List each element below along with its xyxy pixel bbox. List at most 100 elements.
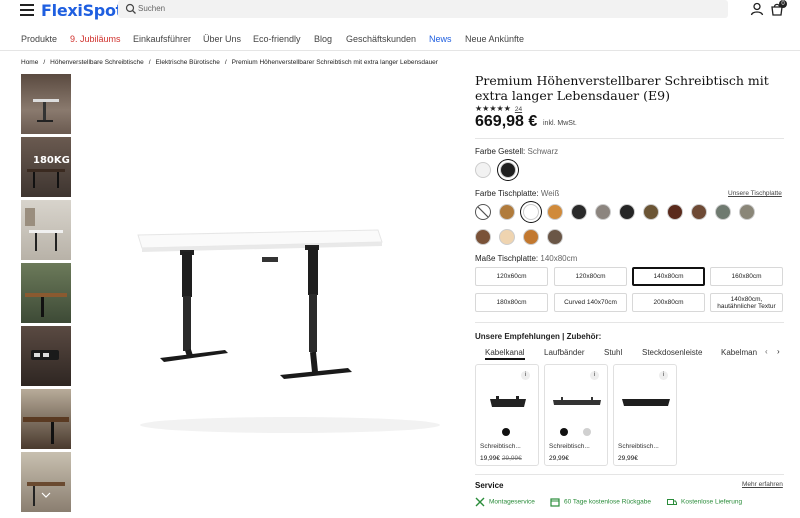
size-option-button[interactable]: 160x80cm <box>710 267 783 286</box>
size-option-button[interactable]: Curved 140x70cm <box>554 293 627 312</box>
tabs-next-icon[interactable]: › <box>777 347 780 356</box>
service-return: 60 Tage kostenlose Rückgabe <box>550 497 651 507</box>
breadcrumb-elektrische[interactable]: Elektrische Bürotische <box>156 59 220 66</box>
thumbnail-3[interactable] <box>21 200 71 260</box>
product-title: Premium Höhenverstellbarer Schreibtisch … <box>475 73 769 103</box>
divider <box>475 138 784 139</box>
product-card-price: 29,99€ <box>549 455 569 462</box>
rating-count[interactable]: 24 <box>515 106 522 113</box>
nav-item-einkaufsfuehrer[interactable]: Einkaufsführer <box>133 34 191 44</box>
product-card[interactable]: i Schreibtisch... 29,99€ <box>613 364 677 466</box>
recommendations-heading: Unsere Empfehlungen | Zubehör: <box>475 332 602 341</box>
top-color-swatch[interactable] <box>739 204 755 220</box>
top-color-swatch[interactable] <box>499 204 515 220</box>
product-card[interactable]: i Schreibtisch... 19,99€ 29,99€ <box>475 364 539 466</box>
nav-item-geschaeftskunden[interactable]: Geschäftskunden <box>346 34 416 44</box>
size-option-button[interactable]: 200x80cm <box>632 293 705 312</box>
divider <box>475 474 784 475</box>
main-product-image <box>137 229 440 433</box>
color-dot-grey[interactable] <box>583 428 591 436</box>
cable-tray-image <box>553 397 601 405</box>
top-color-swatch[interactable] <box>523 204 539 220</box>
divider <box>475 322 784 323</box>
chevron-down-icon[interactable] <box>41 492 51 498</box>
top-color-swatch[interactable] <box>523 229 539 245</box>
frame-color-value: Schwarz <box>527 147 559 156</box>
size-option-button[interactable]: 140x80cm, hautähnlicher Textur <box>710 293 783 312</box>
top-color-swatch[interactable] <box>475 204 491 220</box>
nav-item-eco-friendly[interactable]: Eco-friendly <box>253 34 301 44</box>
product-card-name: Schreibtisch... <box>549 443 590 450</box>
info-icon[interactable]: i <box>521 371 530 380</box>
top-color-swatch[interactable] <box>547 229 563 245</box>
nav-item-news[interactable]: News <box>429 34 452 44</box>
thumbnail-4[interactable] <box>21 263 71 323</box>
top-color-swatch[interactable] <box>619 204 635 220</box>
rating-stars: ★★★★★ <box>475 104 511 113</box>
thumbnail-list: 180KG <box>21 74 71 515</box>
breadcrumb-hoehenverstellbare[interactable]: Höhenverstellbare Schreibtische <box>50 59 144 66</box>
nav-item-jubilaeum[interactable]: 9. Jubiläums <box>70 34 121 44</box>
top-color-swatch[interactable] <box>547 204 563 220</box>
search-placeholder: Suchen <box>138 4 166 13</box>
more-info-link[interactable]: Mehr erfahren <box>742 481 783 488</box>
top-color-swatch[interactable] <box>691 204 707 220</box>
tab-kabelman[interactable]: Kabelman <box>721 348 757 357</box>
search-input[interactable]: Suchen <box>118 0 728 18</box>
recommendation-tabs: Kabelkanal Laufbänder Stuhl Steckdosenle… <box>475 347 785 361</box>
tools-icon <box>475 497 485 507</box>
info-icon[interactable]: i <box>659 371 668 380</box>
top-color-swatch[interactable] <box>475 229 491 245</box>
top-color-swatch[interactable] <box>667 204 683 220</box>
service-delivery: Kostenlose Lieferung <box>667 497 742 507</box>
cart-count-badge: 0 <box>779 0 787 8</box>
thumbnail-6[interactable] <box>21 389 71 449</box>
thumbnail-7[interactable] <box>21 452 71 512</box>
top-color-swatch[interactable] <box>715 204 731 220</box>
product-card[interactable]: i Schreibtisch... 29,99€ <box>544 364 608 466</box>
info-icon[interactable]: i <box>590 371 599 380</box>
top-bar: FlexiSpot Suchen 0 <box>0 0 800 30</box>
tab-steckdosenleiste[interactable]: Steckdosenleiste <box>642 348 702 357</box>
product-card-name: Schreibtisch... <box>618 443 659 450</box>
color-dot-black[interactable] <box>560 428 568 436</box>
frame-color-swatch[interactable] <box>475 162 491 178</box>
size-option-button[interactable]: 140x80cm <box>632 267 705 286</box>
size-value: 140x80cm <box>540 254 578 263</box>
product-card-price: 29,99€ <box>618 455 638 462</box>
our-tabletop-link[interactable]: Unsere Tischplatte <box>728 190 782 197</box>
nav-item-blog[interactable]: Blog <box>314 34 332 44</box>
tab-laufbaender[interactable]: Laufbänder <box>544 348 584 357</box>
logo[interactable]: FlexiSpot <box>41 1 123 20</box>
product-card-name: Schreibtisch... <box>480 443 521 450</box>
nav-item-neue-ankuenfte[interactable]: Neue Ankünfte <box>465 34 524 44</box>
breadcrumb-home[interactable]: Home <box>21 59 38 66</box>
tab-kabelkanal[interactable]: Kabelkanal <box>485 348 525 360</box>
tabs-prev-icon[interactable]: ‹ <box>765 347 768 356</box>
size-option-button[interactable]: 180x80cm <box>475 293 548 312</box>
breadcrumb: Home / Höhenverstellbare Schreibtische / Ele… <box>21 59 438 66</box>
thumbnail-1[interactable] <box>21 74 71 134</box>
top-color-swatch[interactable] <box>571 204 587 220</box>
thumbnail-5[interactable] <box>21 326 71 386</box>
search-icon <box>125 3 136 14</box>
breadcrumb-current: Premium Höhenverstellbarer Schreibtisch … <box>231 59 438 66</box>
rating: ★★★★★ 24 <box>475 104 522 113</box>
top-color-swatch[interactable] <box>499 229 515 245</box>
nav-item-ueber-uns[interactable]: Über Uns <box>203 34 241 44</box>
tab-stuhl[interactable]: Stuhl <box>604 348 622 357</box>
frame-color-swatch[interactable] <box>500 162 516 178</box>
svg-text:180KG: 180KG <box>33 155 70 166</box>
menu-icon[interactable] <box>20 4 34 16</box>
top-color-swatch[interactable] <box>643 204 659 220</box>
size-option-button[interactable]: 120x60cm <box>475 267 548 286</box>
color-dot-black[interactable] <box>502 428 510 436</box>
thumbnail-2[interactable]: 180KG <box>21 137 71 197</box>
size-option-button[interactable]: 120x80cm <box>554 267 627 286</box>
cable-tray-image <box>490 396 526 407</box>
top-color-label: Farbe Tischplatte: Weiß <box>475 189 560 198</box>
user-icon[interactable] <box>750 2 764 16</box>
nav-item-produkte[interactable]: Produkte <box>21 34 57 44</box>
top-color-swatch[interactable] <box>595 204 611 220</box>
top-color-value: Weiß <box>540 189 560 198</box>
